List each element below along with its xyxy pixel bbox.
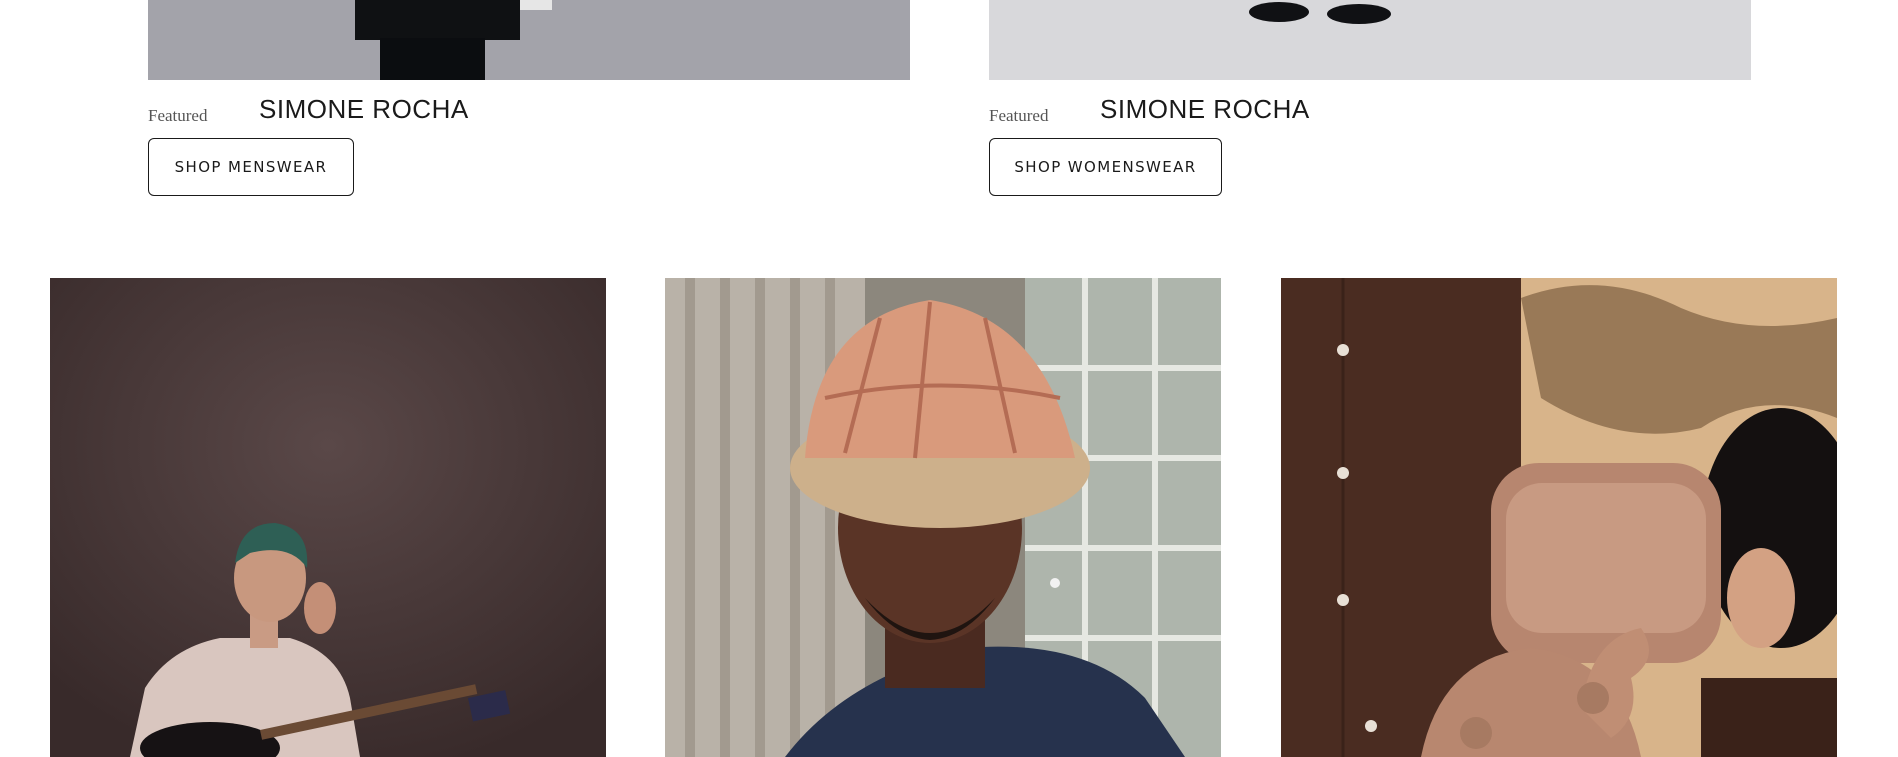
brand-title[interactable]: SIMONE ROCHA xyxy=(1100,94,1310,125)
menswear-feature-image[interactable] xyxy=(148,0,910,80)
brand-title[interactable]: SIMONE ROCHA xyxy=(259,94,469,125)
featured-label: Featured xyxy=(148,106,208,125)
womenswear-feature-image[interactable] xyxy=(989,0,1751,80)
featured-label: Featured xyxy=(989,106,1049,125)
shop-womenswear-button[interactable]: SHOP WOMENSWEAR xyxy=(989,138,1222,196)
shop-menswear-button[interactable]: SHOP MENSWEAR xyxy=(148,138,354,196)
guitarist-editorial-image[interactable] xyxy=(50,278,606,757)
earbuds-product-image[interactable] xyxy=(1281,278,1837,757)
crochet-hat-editorial-image[interactable] xyxy=(665,278,1221,757)
